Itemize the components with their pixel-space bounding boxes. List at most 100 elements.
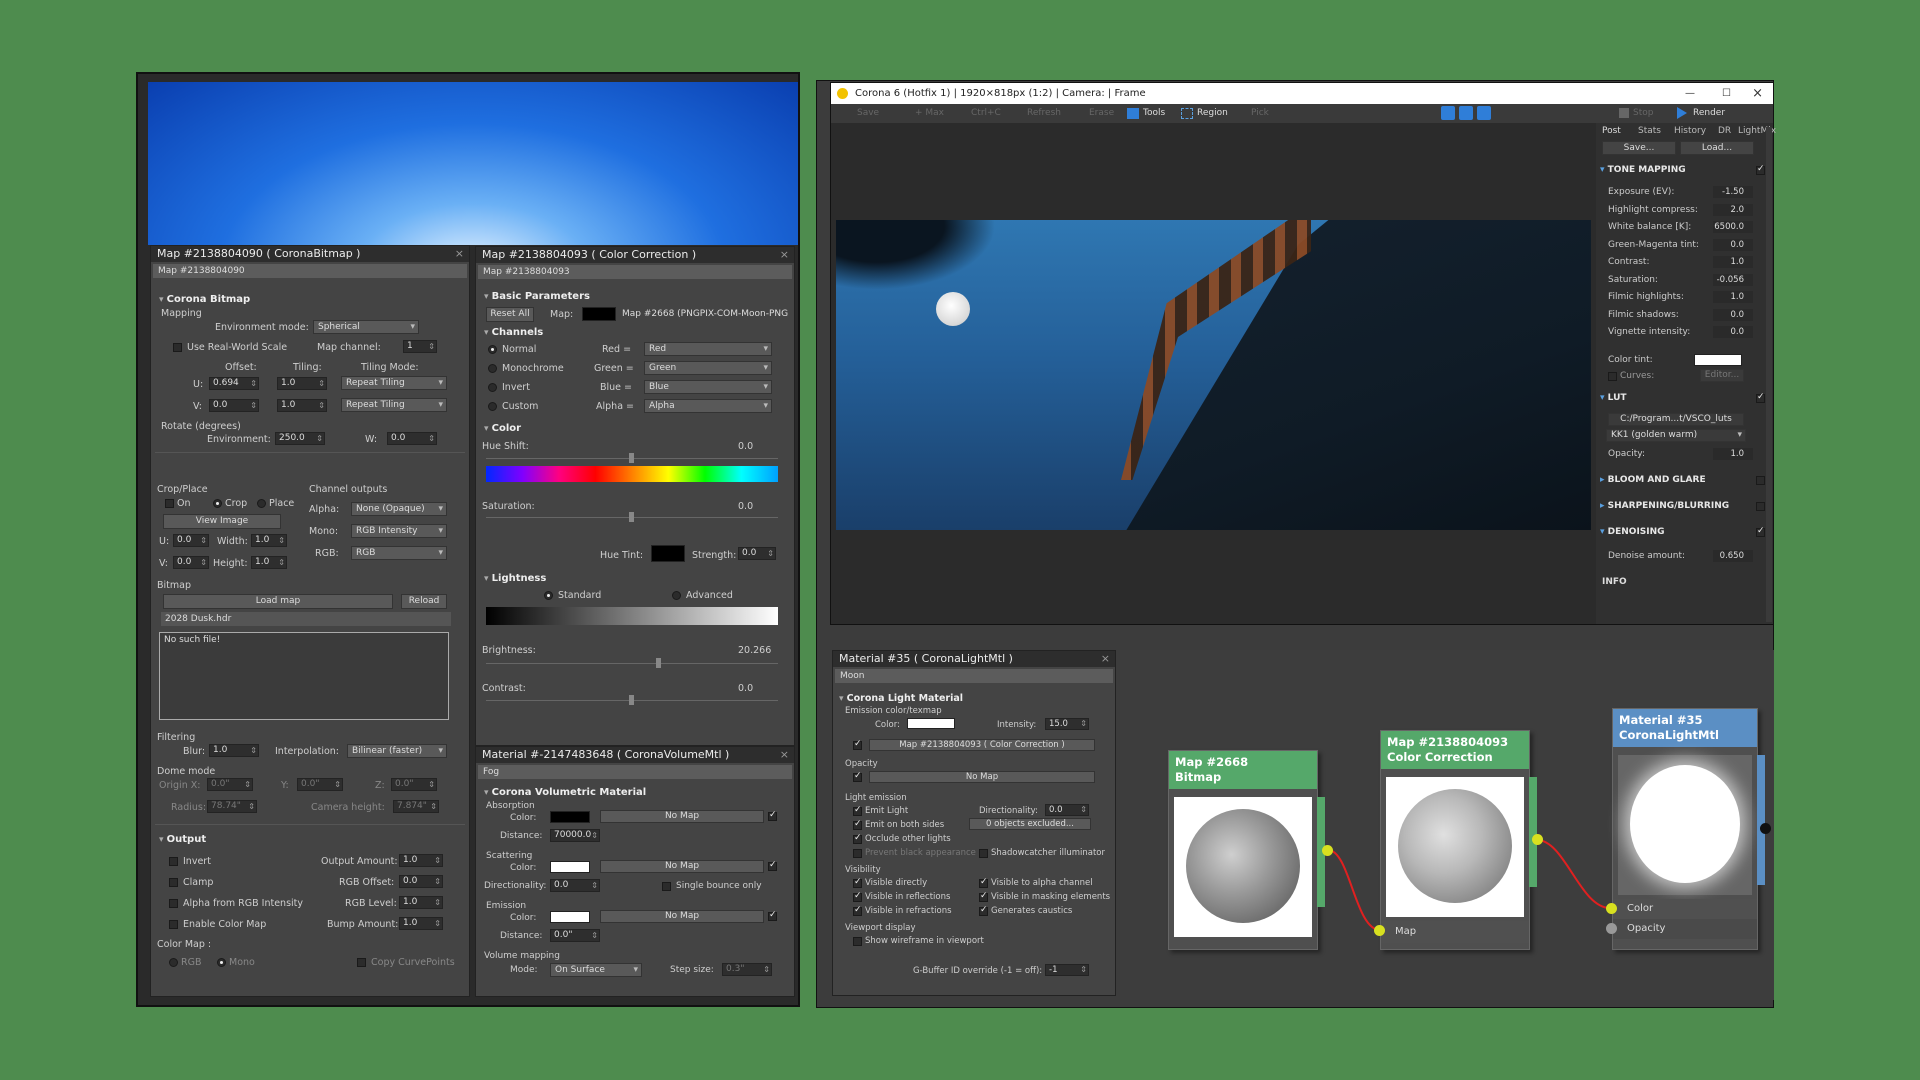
map-channel-spinner[interactable]: 1 <box>403 340 437 353</box>
tone-mapping-value[interactable]: -0.056 <box>1713 273 1753 286</box>
bump-amount-spinner[interactable]: 1.0 <box>399 917 443 930</box>
curves-checkbox[interactable] <box>1608 372 1617 381</box>
absorption-distance-spinner[interactable]: 70000.0 <box>550 829 600 842</box>
mono-radio[interactable] <box>217 958 226 967</box>
erase-tool[interactable]: Erase <box>1089 108 1114 118</box>
view-image-button[interactable]: View Image <box>163 514 281 529</box>
minimize-icon[interactable]: — <box>1685 83 1695 104</box>
section-volumetric[interactable]: Corona Volumetric Material <box>484 787 647 798</box>
shadowcatcher-checkbox[interactable] <box>979 849 988 858</box>
reload-button[interactable]: Reload <box>401 594 447 609</box>
exclude-button[interactable]: 0 objects excluded... <box>969 818 1091 830</box>
w-spinner[interactable]: 0.0 <box>387 432 437 445</box>
lut-checkbox[interactable] <box>1756 392 1765 403</box>
clamp-checkbox[interactable] <box>169 878 178 887</box>
section-basic-parameters[interactable]: Basic Parameters <box>484 291 590 302</box>
curves-editor-button[interactable]: Editor... <box>1700 369 1744 382</box>
tone-mapping-value[interactable]: 1.0 <box>1713 256 1753 268</box>
strength-spinner[interactable]: 0.0 <box>738 547 776 560</box>
region-tool[interactable]: Region <box>1197 108 1228 118</box>
wireframe-checkbox[interactable] <box>853 937 862 946</box>
gbuffer-spinner[interactable]: -1 <box>1045 964 1089 976</box>
scattering-map-checkbox[interactable] <box>768 860 777 871</box>
map-name-field[interactable]: Map #2138804090 <box>153 264 467 278</box>
section-corona-bitmap[interactable]: Corona Bitmap <box>159 294 251 305</box>
copy-curve-checkbox[interactable] <box>357 958 366 967</box>
saturation-slider[interactable] <box>486 512 778 522</box>
reset-all-button[interactable]: Reset All <box>486 307 534 322</box>
max-tool[interactable]: + Max <box>915 108 944 118</box>
cc-map-input-socket[interactable] <box>1374 925 1385 936</box>
close-icon[interactable]: × <box>780 247 789 263</box>
zoom-in-icon[interactable] <box>1441 106 1455 120</box>
step-size-spinner[interactable]: 0.3" <box>722 963 772 976</box>
load-preset-button[interactable]: Load... <box>1680 141 1754 155</box>
normal-radio[interactable] <box>488 345 497 354</box>
map-name-field[interactable]: Map #2138804093 <box>478 265 792 279</box>
lut-path-button[interactable]: C:/Program...t/VSCO_luts <box>1608 413 1744 426</box>
hue-shift-value[interactable]: 0.0 <box>738 441 753 452</box>
u-tiling-mode-dropdown[interactable]: Repeat Tiling <box>341 376 447 390</box>
width-spinner[interactable]: 1.0 <box>251 534 287 547</box>
node-bitmap-header[interactable]: Map #2668 Bitmap <box>1169 751 1317 789</box>
tone-mapping-checkbox[interactable] <box>1756 164 1765 175</box>
origin-x-spinner[interactable]: 0.0" <box>207 778 253 791</box>
visible-directly-checkbox[interactable] <box>853 877 862 888</box>
info-section[interactable]: INFO <box>1602 577 1627 587</box>
slider-handle[interactable] <box>629 512 634 522</box>
tab-post[interactable]: Post <box>1602 126 1621 136</box>
section-lightness[interactable]: Lightness <box>484 573 547 584</box>
node-cc-header[interactable]: Map #2138804093 Color Correction <box>1381 731 1529 769</box>
save-preset-button[interactable]: Save... <box>1602 141 1676 155</box>
section-output[interactable]: Output <box>159 834 206 845</box>
crop-on-checkbox[interactable] <box>165 499 174 508</box>
mono-dropdown[interactable]: RGB Intensity <box>351 524 447 538</box>
scattering-map-button[interactable]: No Map <box>600 860 764 873</box>
origin-y-spinner[interactable]: 0.0" <box>297 778 343 791</box>
node-light-material[interactable]: Material #35 CoronaLightMtl Color Opacity <box>1612 708 1765 950</box>
tone-mapping-value[interactable]: 0.0 <box>1713 326 1753 338</box>
tools-menu[interactable]: Tools <box>1143 108 1165 118</box>
tone-mapping-value[interactable]: 6500.0 <box>1713 221 1753 233</box>
caustics-checkbox[interactable] <box>979 905 988 916</box>
tone-mapping-value[interactable]: 0.0 <box>1713 238 1753 251</box>
copy-tool[interactable]: Ctrl+C <box>971 108 1001 118</box>
close-icon[interactable]: × <box>1752 83 1763 104</box>
tone-mapping-value[interactable]: -1.50 <box>1713 186 1753 198</box>
absorption-map-checkbox[interactable] <box>768 810 777 821</box>
invert-radio[interactable] <box>488 383 497 392</box>
contrast-slider[interactable] <box>486 695 778 705</box>
v-tiling-spinner[interactable]: 1.0 <box>277 399 327 412</box>
slider-handle[interactable] <box>629 453 634 463</box>
single-bounce-checkbox[interactable] <box>662 882 671 891</box>
real-world-checkbox[interactable] <box>173 343 182 352</box>
slider-handle[interactable] <box>656 658 661 668</box>
file-path-field[interactable]: 2028 Dusk.hdr <box>161 612 451 626</box>
slider-handle[interactable] <box>629 695 634 705</box>
u-offset-spinner[interactable]: 0.694 <box>209 377 259 390</box>
bloom-section[interactable]: BLOOM AND GLARE <box>1600 475 1706 485</box>
radius-spinner[interactable]: 78.74" <box>207 800 257 813</box>
node-bitmap[interactable]: Map #2668 Bitmap <box>1168 750 1325 950</box>
alpha-rgb-checkbox[interactable] <box>169 899 178 908</box>
section-channels[interactable]: Channels <box>484 327 544 338</box>
refresh-tool[interactable]: Refresh <box>1027 108 1061 118</box>
blue-dropdown[interactable]: Blue <box>644 380 772 394</box>
emission-map-button[interactable]: Map #2138804093 ( Color Correction ) <box>869 739 1095 751</box>
visible-alpha-checkbox[interactable] <box>979 877 988 888</box>
crop-v-spinner[interactable]: 0.0 <box>173 556 209 569</box>
contrast-value[interactable]: 0.0 <box>738 683 753 694</box>
sharpening-checkbox[interactable] <box>1756 502 1765 511</box>
section-color[interactable]: Color <box>484 423 521 434</box>
v-offset-spinner[interactable]: 0.0 <box>209 399 259 412</box>
place-radio[interactable] <box>257 499 266 508</box>
hue-tint-swatch[interactable] <box>651 545 685 562</box>
sharpening-section[interactable]: SHARPENING/BLURRING <box>1600 501 1729 511</box>
zoom-fit-icon[interactable] <box>1477 106 1491 120</box>
mtl-opacity-socket[interactable] <box>1606 923 1617 934</box>
emission-distance-spinner[interactable]: 0.0" <box>550 929 600 942</box>
node-color-correction[interactable]: Map #2138804093 Color Correction Map <box>1380 730 1537 950</box>
height-spinner[interactable]: 1.0 <box>251 556 287 569</box>
tone-mapping-value[interactable]: 2.0 <box>1713 203 1753 216</box>
advanced-radio[interactable] <box>672 591 681 600</box>
